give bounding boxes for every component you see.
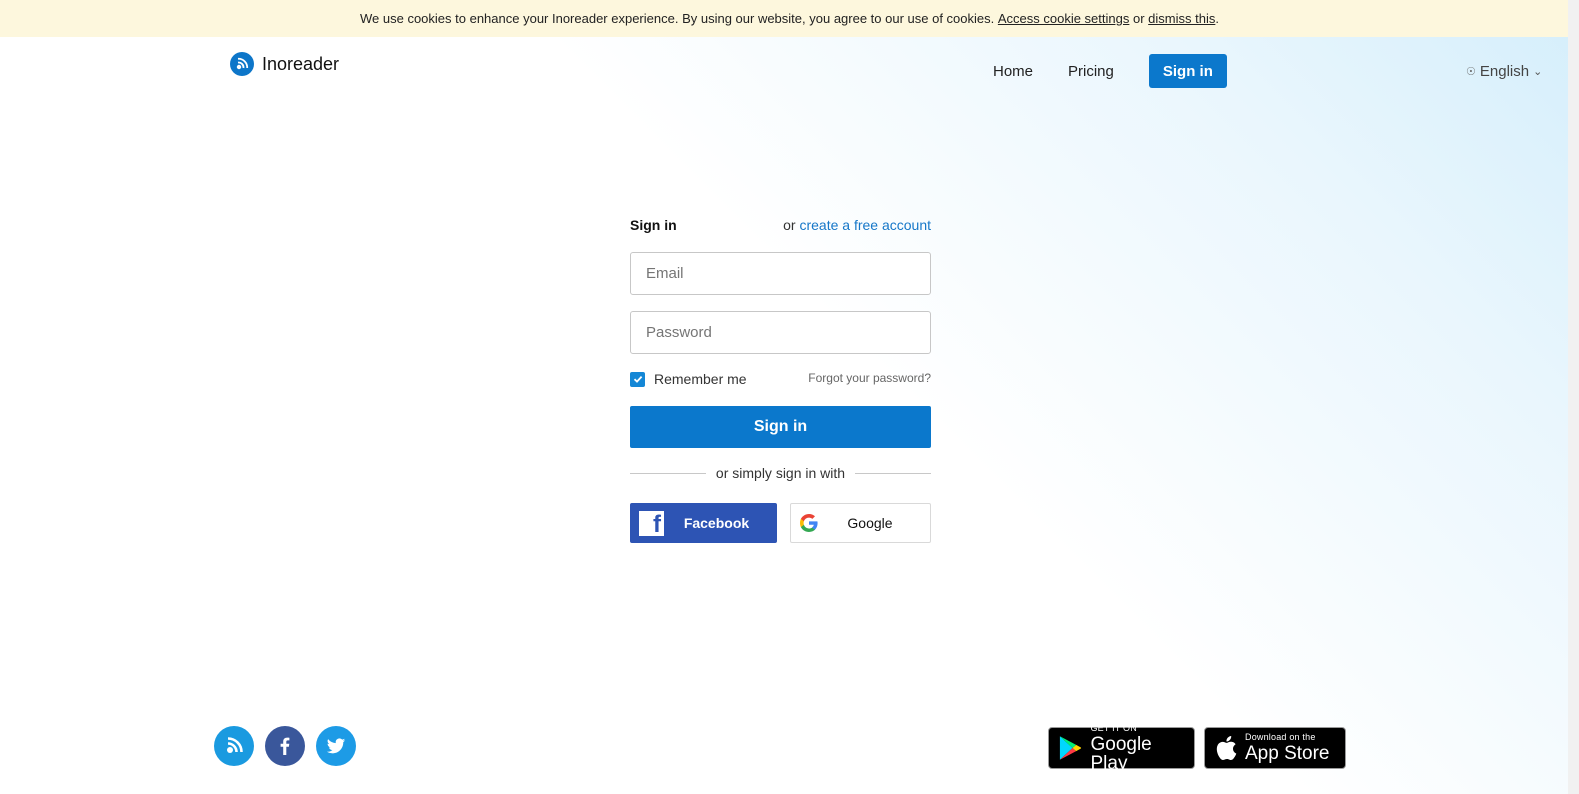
google-label: Google: [847, 515, 893, 531]
cookie-period: .: [1215, 11, 1219, 26]
top-nav: Home Pricing Sign in: [993, 54, 1227, 88]
brand-name: Inoreader: [262, 53, 340, 74]
nav-home-link[interactable]: Home: [993, 63, 1033, 80]
app-store-big-text: App Store: [1245, 743, 1330, 764]
cookie-or-text: or: [1129, 11, 1149, 26]
facebook-sign-in-button[interactable]: f Facebook: [630, 503, 777, 543]
create-account-link[interactable]: create a free account: [799, 217, 931, 233]
divider-line-right: [855, 472, 931, 474]
twitter-icon: [326, 738, 346, 754]
google-play-icon: [1059, 736, 1082, 760]
google-play-badge[interactable]: GET IT ON Google Play: [1048, 722, 1195, 773]
globe-icon: ☉: [1466, 66, 1476, 78]
cookie-text: We use cookies to enhance your Inoreader…: [360, 11, 998, 26]
inoreader-logo-icon: [230, 52, 254, 76]
facebook-icon: [280, 737, 290, 755]
google-play-big-text: Google Play: [1090, 733, 1152, 774]
brand-logo-link[interactable]: Inoreader: [230, 52, 339, 76]
password-input[interactable]: [630, 311, 931, 354]
nav-pricing-link[interactable]: Pricing: [1068, 63, 1114, 80]
app-store-badges: GET IT ON Google Play Download on the Ap…: [1048, 722, 1346, 773]
footer-facebook-link[interactable]: [265, 726, 305, 766]
facebook-icon: f: [639, 510, 664, 536]
form-header: Sign in or create a free account: [630, 216, 931, 234]
create-account-prompt: or create a free account: [783, 217, 931, 233]
google-icon: [800, 514, 818, 532]
remember-me-label: Remember me: [654, 371, 747, 387]
remember-me-checkbox[interactable]: [630, 371, 645, 387]
footer-twitter-link[interactable]: [316, 726, 356, 766]
language-label: English: [1479, 63, 1530, 80]
cookie-settings-link[interactable]: Access cookie settings: [998, 11, 1130, 26]
rss-icon: [227, 737, 243, 753]
app-store-badge[interactable]: Download on the App Store: [1204, 727, 1346, 769]
divider-text: or simply sign in with: [715, 465, 846, 481]
apple-icon: [1216, 736, 1237, 761]
cookie-banner: We use cookies to enhance your Inoreader…: [0, 0, 1579, 37]
sign-in-submit-button[interactable]: Sign in: [630, 406, 931, 448]
nav-sign-in-button[interactable]: Sign in: [1148, 54, 1227, 88]
remember-me-row[interactable]: Remember me: [630, 371, 747, 387]
language-selector[interactable]: ☉ English ⌄: [1466, 63, 1542, 80]
app-store-small-text: Download on the: [1245, 732, 1316, 742]
footer-social-links: [214, 726, 356, 766]
sign-in-form: Sign in or create a free account Remembe…: [630, 216, 931, 543]
checkmark-icon: [633, 375, 642, 383]
forgot-password-link[interactable]: Forgot your password?: [808, 371, 931, 385]
social-divider: or simply sign in with: [630, 465, 931, 481]
cookie-dismiss-link[interactable]: dismiss this: [1148, 11, 1215, 26]
chevron-down-icon: ⌄: [1533, 66, 1543, 78]
facebook-label: Facebook: [683, 515, 750, 531]
google-sign-in-button[interactable]: Google: [790, 503, 931, 543]
divider-line-left: [630, 472, 706, 474]
google-play-small-text: GET IT ON: [1090, 722, 1137, 733]
email-input[interactable]: [630, 252, 931, 295]
page-scrollbar[interactable]: [1568, 0, 1579, 794]
footer-rss-link[interactable]: [214, 726, 254, 766]
or-text: or: [783, 217, 800, 233]
form-title: Sign in: [630, 217, 677, 233]
